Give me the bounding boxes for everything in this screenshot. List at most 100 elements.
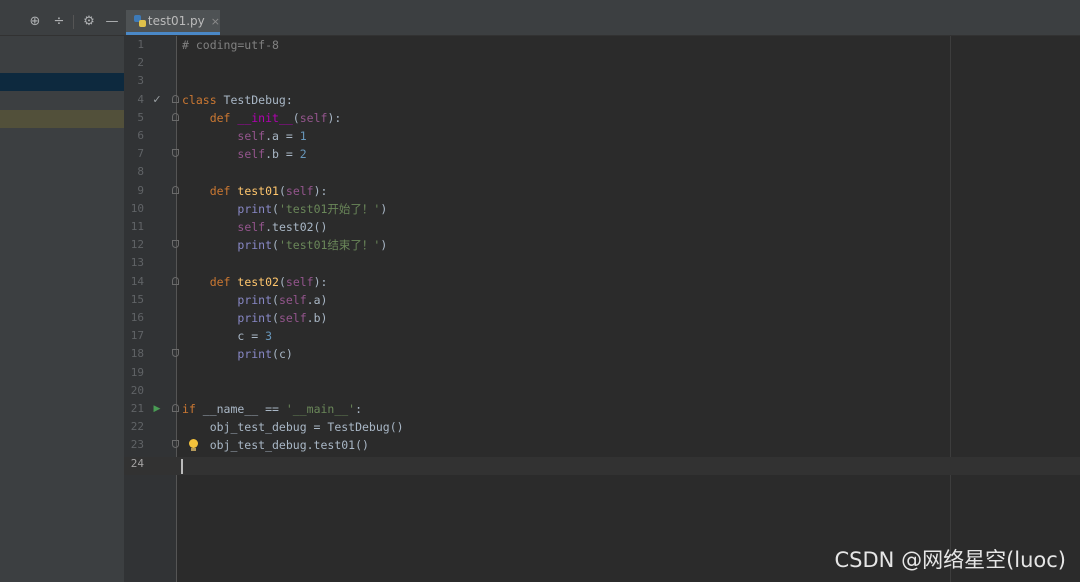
fold-marker-icon[interactable] [172,349,179,358]
line-number: 22 [130,420,144,434]
line-number: 12 [130,238,144,252]
code-token: print [237,347,273,362]
collapse-all-icon[interactable]: ÷ [51,14,67,30]
project-tree-selected-row[interactable] [0,73,124,91]
code-text: self.b = 2 [182,145,307,163]
code-line[interactable]: 12 print('test01结束了！') [124,236,1080,254]
line-number: 4 [137,92,144,106]
close-tab-icon[interactable]: × [211,15,220,28]
code-text: # coding=utf-8 [182,36,279,54]
code-token: ): [313,183,328,198]
code-token: .a = [265,129,300,143]
code-line[interactable]: 13 [124,254,1080,272]
line-number: 3 [137,74,144,88]
code-token: self [285,183,314,198]
code-token: TestDebug: [223,92,293,107]
code-line[interactable]: 6 self.a = 1 [124,127,1080,145]
code-token: .b = [265,147,300,162]
code-line[interactable]: 16 print(self.b) [124,309,1080,327]
code-token: c = [182,329,266,344]
tab-label: test01.py [147,14,205,28]
fold-marker-icon[interactable] [172,149,179,158]
code-line[interactable]: 9 def test01(self): [124,182,1080,200]
project-tree-highlighted-row[interactable] [0,110,124,128]
fold-marker-icon[interactable] [172,185,179,194]
code-token: print [237,311,273,325]
code-text: self.test02() [182,218,327,236]
hide-icon[interactable]: — [104,14,120,30]
code-token: 'test01结束了！' [278,238,381,253]
code-line[interactable]: 24 [124,455,1080,473]
code-line[interactable]: 5 def __init__(self): [124,109,1080,127]
code-token: .b) [306,311,328,325]
code-line[interactable]: 11 self.test02() [124,218,1080,236]
line-number: 11 [130,220,144,233]
code-token: print [237,201,273,216]
run-icon[interactable]: ▶ [151,400,163,418]
code-token: ( [292,110,300,125]
locate-icon[interactable]: ⊕ [27,14,43,30]
code-text: def test01(self): [182,182,328,200]
fold-marker-icon[interactable] [172,440,179,449]
code-line[interactable]: 8 [124,163,1080,181]
project-toolbar: ⊕ ÷ ⚙ — [0,10,124,36]
line-number: 15 [130,292,144,306]
code-line[interactable]: 20 [124,382,1080,400]
code-line[interactable]: 19 [124,364,1080,382]
code-token: 1 [299,129,307,143]
code-token: 2 [299,147,307,162]
code-token: test01 [237,183,279,198]
code-line[interactable]: 2 [124,54,1080,72]
code-token: def [209,110,238,125]
line-number: 17 [130,329,144,343]
code-token: self [237,147,266,162]
code-text: obj_test_debug = TestDebug() [182,418,404,436]
code-token: self [237,129,266,143]
fold-marker-icon[interactable] [172,404,179,412]
line-number: 14 [130,274,144,288]
code-line[interactable]: 14 def test02(self): [124,273,1080,291]
code-text: print(self.a) [182,291,327,309]
fold-marker-icon[interactable] [172,112,179,121]
code-line[interactable]: 10 print('test01开始了！') [124,200,1080,218]
code-token: __name__ == [202,402,286,416]
code-token: self [278,311,307,325]
fold-marker-icon[interactable] [172,94,179,103]
watermark: CSDN @网络星空(luoc) [834,548,1066,572]
code-token: (c) [272,347,293,362]
code-line[interactable]: 1 # coding=utf-8 [124,36,1080,54]
code-token: ) [380,201,388,216]
code-line[interactable]: 4 ✓ class TestDebug: [124,91,1080,109]
code-line[interactable]: 23 obj_test_debug.test01() [124,436,1080,454]
fold-marker-icon[interactable] [172,240,179,249]
code-token: self [285,274,314,289]
code-line[interactable]: 7 self.b = 2 [124,145,1080,163]
code-line[interactable]: 15 print(self.a) [124,291,1080,309]
code-line[interactable]: 17 c = 3 [124,327,1080,345]
tab-test01-py[interactable]: test01.py × [126,10,220,35]
line-number: 8 [137,165,144,179]
line-number: 19 [130,365,144,379]
code-line[interactable]: 18 print(c) [124,345,1080,363]
text-caret [181,459,183,474]
code-text: if __name__ == '__main__': [182,400,362,418]
code-line[interactable]: 22 obj_test_debug = TestDebug() [124,418,1080,436]
line-number: 21 [130,402,144,415]
gear-icon[interactable]: ⚙ [81,14,97,30]
code-text: obj_test_debug.test01() [182,436,369,454]
code-line[interactable]: 21 ▶ if __name__ == '__main__': [124,400,1080,418]
fold-marker-icon[interactable] [172,276,179,285]
line-number: 20 [130,383,144,397]
code-text: self.a = 1 [182,127,307,145]
code-token: ): [313,274,328,289]
code-line[interactable]: 3 [124,72,1080,90]
check-icon[interactable]: ✓ [151,91,163,109]
code-token: print [237,292,273,307]
